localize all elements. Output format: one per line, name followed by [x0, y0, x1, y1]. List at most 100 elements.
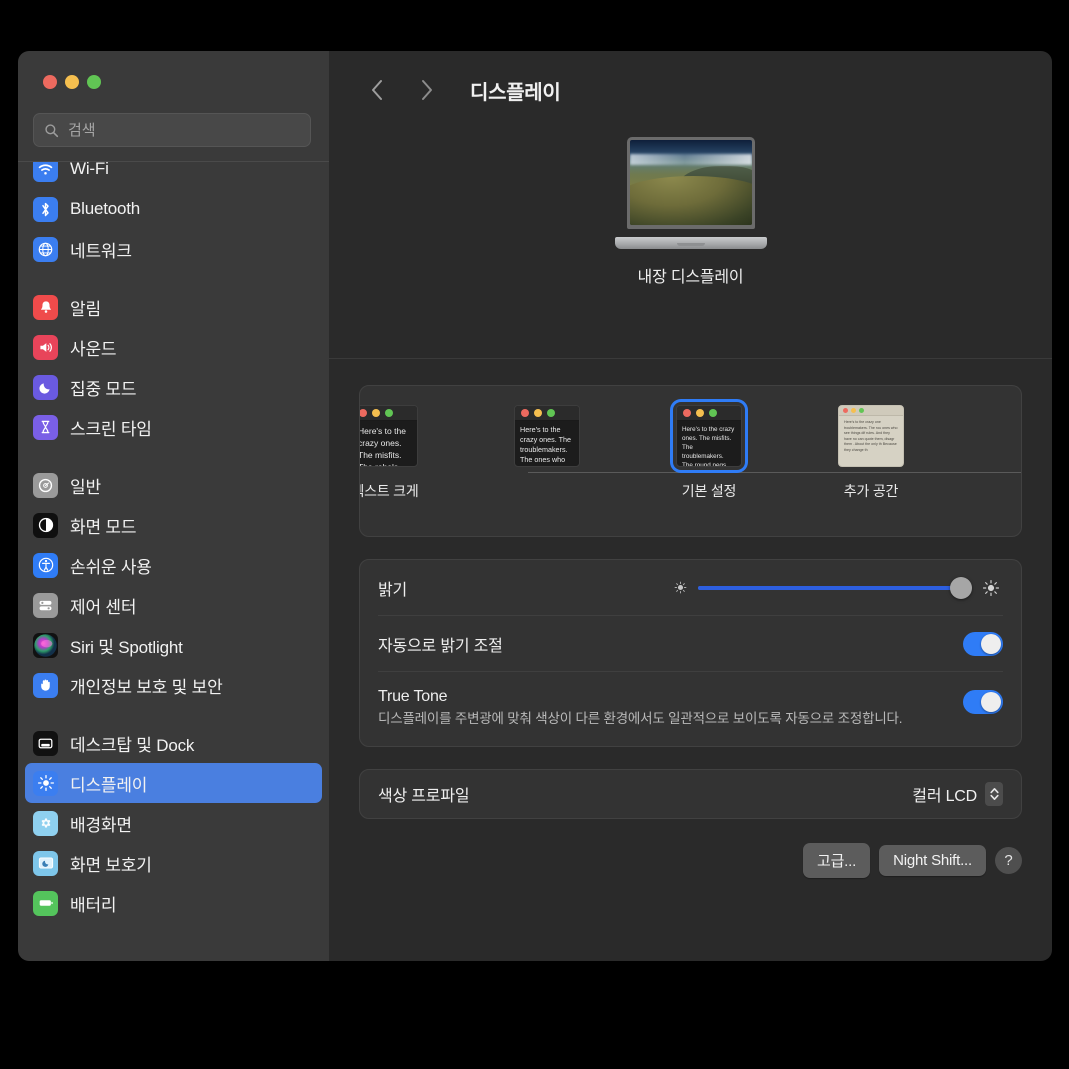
scaling-option-label: 추가 공간 [843, 483, 899, 499]
brightness-settings-card: 밝기 자동으로 밝기 조절 True Tone 디스플레이를 주변광에 맞춰 색… [359, 559, 1022, 747]
sidebar-item-label: 집중 모드 [70, 379, 137, 399]
sidebar-item-wallpaper[interactable]: 배경화면 [25, 803, 322, 843]
scaling-option-label: 텍스트 크게 [360, 483, 419, 499]
sidebar-item-label: 개인정보 보호 및 보안 [70, 677, 223, 697]
auto-brightness-toggle[interactable] [963, 631, 1003, 656]
sidebar-item-battery[interactable]: 배터리 [25, 883, 322, 923]
sidebar-item-privacy-security[interactable]: 개인정보 보호 및 보안 [25, 665, 322, 705]
search-icon [44, 123, 59, 138]
sidebar-item-label: 알림 [70, 299, 101, 319]
toolbar: 디스플레이 [329, 51, 1052, 129]
sidebar-group-divider [25, 269, 322, 287]
scaling-option-default[interactable]: Here's to the crazy ones. The misfits. T… [628, 402, 790, 501]
battery-icon [33, 890, 58, 916]
sidebar-item-general[interactable]: 일반 [25, 465, 322, 505]
sidebar-item-label: 배터리 [70, 895, 117, 915]
sidebar-item-wifi[interactable]: Wi-Fi [25, 161, 322, 189]
wifi-icon [33, 162, 58, 182]
sidebar-item-label: Bluetooth [70, 199, 141, 218]
sidebar-item-network[interactable]: 네트워크 [25, 229, 322, 269]
accessibility-icon [33, 552, 58, 578]
sidebar-item-sound[interactable]: 사운드 [25, 327, 322, 367]
sidebar: Wi-Fi Bluetooth [18, 51, 329, 961]
hourglass-icon [33, 414, 58, 440]
sidebar-item-label: 디스플레이 [70, 775, 148, 795]
night-shift-button[interactable]: Night Shift... [879, 845, 986, 876]
advanced-button[interactable]: 고급... [802, 843, 871, 878]
true-tone-row: True Tone 디스플레이를 주변광에 맞춰 색상이 다른 환경에서도 일관… [378, 672, 1003, 746]
search-box[interactable] [33, 113, 311, 147]
brightness-slider[interactable] [672, 576, 1001, 599]
sidebar-item-screen-time[interactable]: 스크린 타임 [25, 407, 322, 447]
scaling-thumbnail: Here's to the crazy ones. The misfits. T… [673, 402, 745, 470]
gear-icon [33, 472, 58, 498]
back-button[interactable] [359, 72, 395, 108]
scaling-option-larger-text[interactable]: Here's to the crazy ones. The misfits. T… [359, 402, 466, 501]
sidebar-item-label: 화면 모드 [70, 517, 137, 537]
scaling-thumbnail: Here's to the crazy ones. The misfits. T… [359, 402, 421, 470]
help-button[interactable]: ? [995, 847, 1022, 874]
sidebar-item-desktop-dock[interactable]: 데스크탑 및 Dock [25, 723, 322, 763]
bell-icon [33, 294, 58, 320]
brightness-slider-knob[interactable] [950, 576, 973, 599]
sidebar-item-screensaver[interactable]: 화면 보호기 [25, 843, 322, 883]
maximize-button[interactable] [87, 75, 101, 89]
scaling-preview-text: Here's to the crazy ones. The misfits. T… [359, 426, 406, 467]
globe-icon [33, 236, 58, 262]
scaling-thumbnail: Here's to the crazy one troublemakers. T… [835, 402, 907, 470]
sidebar-item-label: 제어 센터 [70, 597, 137, 617]
sidebar-item-siri-spotlight[interactable]: Siri 및 Spotlight [25, 625, 322, 665]
control-center-icon [33, 592, 58, 618]
brightness-icon [33, 770, 58, 796]
brightness-row: 밝기 [378, 560, 1003, 616]
forward-button[interactable] [409, 72, 445, 108]
sidebar-item-accessibility[interactable]: 손쉬운 사용 [25, 545, 322, 585]
sidebar-item-appearance[interactable]: 화면 모드 [25, 505, 322, 545]
screensaver-icon [33, 850, 58, 876]
moon-icon [33, 374, 58, 400]
minimize-button[interactable] [65, 75, 79, 89]
sidebar-item-label: Wi-Fi [70, 161, 109, 178]
sidebar-item-focus[interactable]: 집중 모드 [25, 367, 322, 407]
sun-large-icon [981, 578, 1001, 598]
chevron-updown-icon [989, 786, 1000, 802]
desktop-dock-icon [33, 730, 58, 756]
sidebar-item-label: 화면 보호기 [70, 855, 152, 875]
appearance-icon [33, 512, 58, 538]
sidebar-item-control-center[interactable]: 제어 센터 [25, 585, 322, 625]
laptop-base [614, 237, 767, 249]
sun-small-icon [672, 579, 689, 596]
sidebar-item-label: 손쉬운 사용 [70, 557, 152, 577]
laptop-screen [626, 137, 755, 229]
action-button-row: 고급... Night Shift... ? [359, 843, 1022, 878]
scaling-preview-text: Here's to the crazy ones. The troublemak… [520, 425, 572, 466]
brightness-slider-track[interactable] [698, 576, 973, 599]
hand-privacy-icon [33, 672, 58, 698]
true-tone-toggle[interactable] [963, 690, 1003, 714]
scaling-option-2[interactable]: Here's to the crazy ones. The troublemak… [466, 402, 628, 481]
resolution-scaling-card: Here's to the crazy ones. The misfits. T… [359, 385, 1022, 537]
window-traffic-lights [18, 51, 329, 113]
search-input[interactable] [68, 121, 300, 139]
sidebar-item-notifications[interactable]: 알림 [25, 287, 322, 327]
true-tone-description: 디스플레이를 주변광에 맞춰 색상이 다른 환경에서도 일관적으로 보이도록 자… [378, 711, 903, 726]
scaling-thumbnail: Here's to the crazy ones. The troublemak… [511, 402, 583, 470]
scaling-option-more-space[interactable]: Here's to the crazy one troublemakers. T… [790, 402, 952, 501]
sidebar-item-label: 일반 [70, 477, 101, 497]
brightness-slider-fill [698, 585, 962, 590]
speaker-icon [33, 334, 58, 360]
sidebar-item-displays[interactable]: 디스플레이 [25, 763, 322, 803]
sidebar-item-bluetooth[interactable]: Bluetooth [25, 189, 322, 229]
sidebar-scroll-area[interactable]: Wi-Fi Bluetooth 네트워크 알림 사운드 집중 모드 스크린 타임… [18, 161, 329, 961]
scaling-preview-text: Here's to the crazy ones. The misfits. T… [682, 426, 735, 467]
scaling-option-label: 기본 설정 [681, 483, 737, 499]
color-profile-value: 컬러 LCD [912, 788, 977, 805]
color-profile-stepper[interactable] [985, 782, 1003, 806]
brightness-label: 밝기 [378, 581, 408, 599]
wallpaper-icon [33, 810, 58, 836]
sidebar-group-divider [25, 447, 322, 465]
auto-brightness-label: 자동으로 밝기 조절 [378, 637, 503, 655]
scaling-options-row: Here's to the crazy ones. The misfits. T… [360, 402, 1021, 501]
close-button[interactable] [43, 75, 57, 89]
sidebar-nav-list: Wi-Fi Bluetooth 네트워크 알림 사운드 집중 모드 스크린 타임… [18, 161, 329, 923]
